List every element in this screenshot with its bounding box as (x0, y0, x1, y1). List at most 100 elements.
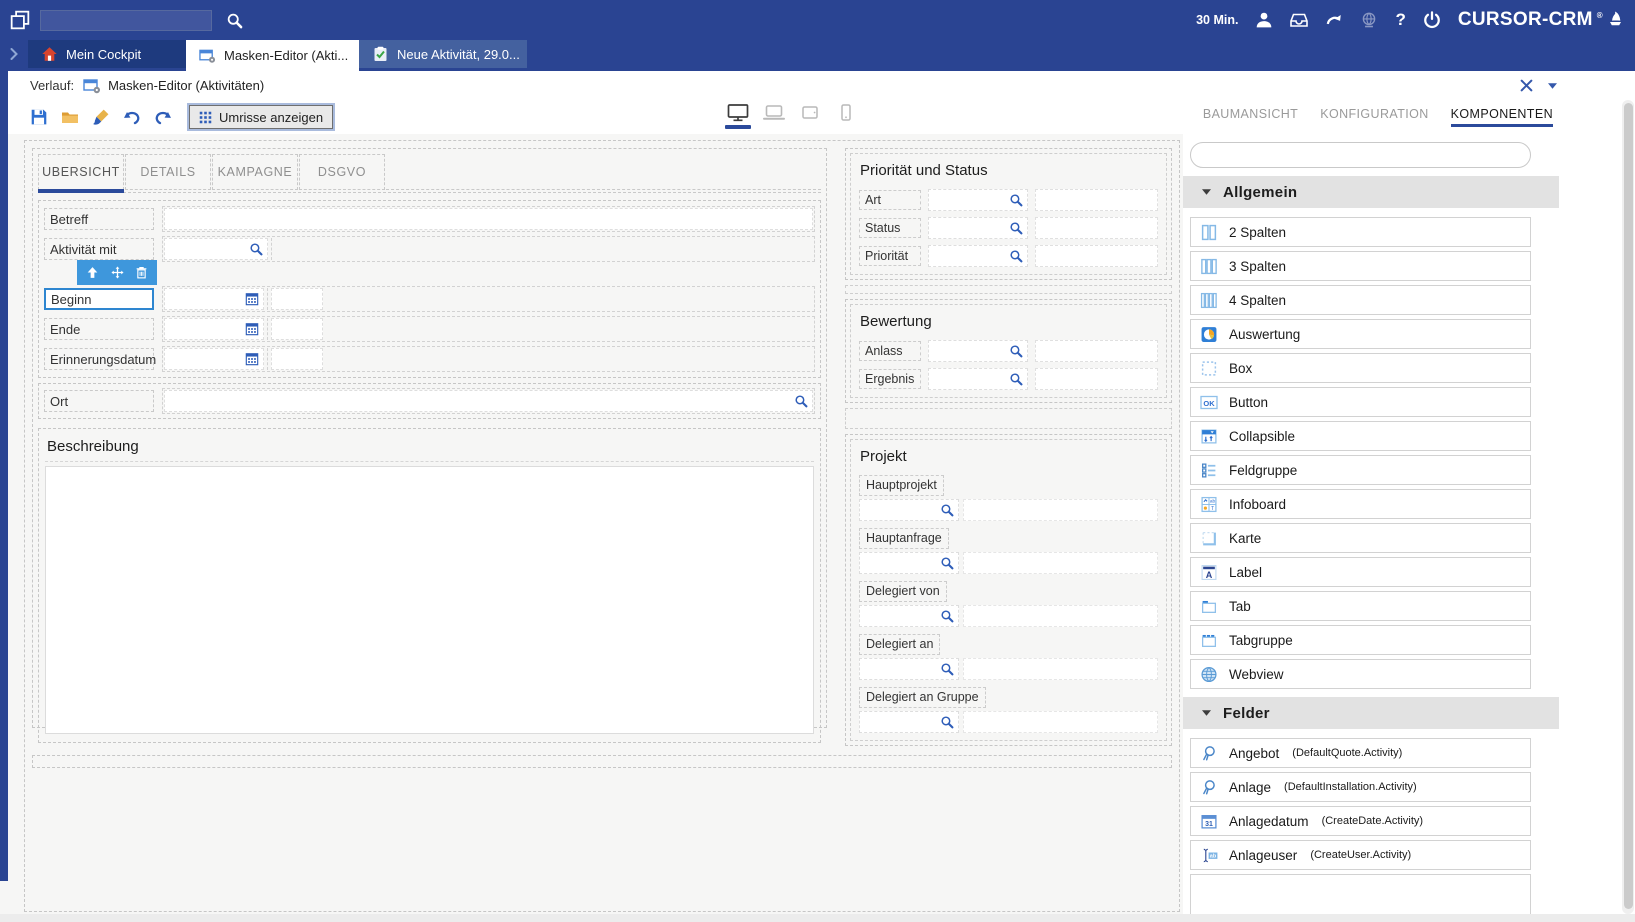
beginn-date-input[interactable] (164, 288, 264, 310)
hauptanfrage-lookup-input[interactable] (859, 552, 959, 574)
field-label-prioritaet[interactable]: Priorität (859, 246, 921, 266)
calendar-icon[interactable] (245, 322, 259, 336)
prioritaet-lookup-input[interactable] (928, 245, 1028, 267)
component-item-clipped[interactable] (1190, 874, 1531, 914)
refresh-icon[interactable] (1325, 11, 1343, 29)
field-label-erinnerungsdatum[interactable]: Erinnerungsdatum (44, 348, 154, 370)
search-icon[interactable] (1009, 344, 1023, 358)
beschreibung-section[interactable]: Beschreibung (38, 428, 821, 743)
component-tabgruppe[interactable]: Tabgruppe (1190, 625, 1531, 655)
search-icon[interactable] (249, 242, 263, 256)
vertical-scrollbar-thumb[interactable] (1624, 103, 1633, 909)
form-tab-dsgvo[interactable]: DSGVO (299, 154, 385, 190)
field-label-ort[interactable]: Ort (44, 390, 154, 412)
component-box[interactable]: Box (1190, 353, 1531, 383)
device-desktop-button[interactable] (725, 103, 751, 129)
redo-icon[interactable] (154, 108, 172, 126)
component-auswertung[interactable]: Auswertung (1190, 319, 1531, 349)
time-cell[interactable] (271, 318, 323, 340)
field-label-ende[interactable]: Ende (44, 318, 154, 340)
search-icon[interactable] (940, 662, 954, 676)
form-tab-kampagne[interactable]: KAMPAGNE (212, 154, 298, 190)
aktivitaet-mit-lookup-input[interactable] (164, 238, 268, 260)
field-component-anlage[interactable]: Anlage (DefaultInstallation.Activity) (1190, 772, 1531, 802)
tab-mein-cockpit[interactable]: Mein Cockpit (28, 40, 186, 68)
component-webview[interactable]: Webview (1190, 659, 1531, 689)
ergebnis-lookup-input[interactable] (928, 368, 1028, 390)
open-folder-icon[interactable] (61, 108, 79, 126)
device-laptop-button[interactable] (761, 103, 787, 122)
ende-date-input[interactable] (164, 318, 264, 340)
search-icon[interactable] (940, 556, 954, 570)
form-left-container[interactable]: UBERSICHT DETAILS KAMPAGNE DSGVO Betreff (32, 148, 827, 728)
close-editor-icon[interactable] (1520, 79, 1533, 92)
field-label-betreff[interactable]: Betreff (44, 208, 154, 230)
search-icon[interactable] (940, 503, 954, 517)
search-icon[interactable] (1009, 249, 1023, 263)
delegiert-von-lookup-input[interactable] (859, 605, 959, 627)
hauptprojekt-lookup-input[interactable] (859, 499, 959, 521)
undo-icon[interactable] (123, 108, 141, 126)
component-karte[interactable]: Karte (1190, 523, 1531, 553)
component-feldgruppe[interactable]: Feldgruppe (1190, 455, 1531, 485)
form-tab-details[interactable]: DETAILS (125, 154, 211, 190)
search-icon[interactable] (226, 12, 243, 29)
search-icon[interactable] (940, 609, 954, 623)
tab-overflow-chevron-icon[interactable] (0, 40, 28, 68)
status-lookup-input[interactable] (928, 217, 1028, 239)
beschreibung-textarea[interactable] (45, 466, 814, 734)
history-entry[interactable]: Masken-Editor (Aktivitäten) (83, 78, 264, 94)
search-icon[interactable] (940, 715, 954, 729)
betreff-input[interactable] (164, 208, 813, 230)
field-label-delegiert-an-gruppe[interactable]: Delegiert an Gruppe (859, 687, 986, 708)
tab-konfiguration[interactable]: KONFIGURATION (1320, 107, 1428, 127)
tab-masken-editor[interactable]: Masken-Editor (Akti... (186, 40, 359, 71)
field-label-art[interactable]: Art (859, 190, 921, 210)
search-icon[interactable] (1009, 372, 1023, 386)
field-label-delegiert-von[interactable]: Delegiert von (859, 581, 947, 602)
logout-power-icon[interactable] (1423, 11, 1441, 29)
erinnerungsdatum-date-input[interactable] (164, 348, 264, 370)
component-4-spalten[interactable]: 4 Spalten (1190, 285, 1531, 315)
inbox-tray-icon[interactable] (1290, 11, 1308, 29)
group-projekt[interactable]: Projekt Hauptprojekt Hauptanfrage (845, 434, 1172, 746)
delegiert-an-lookup-input[interactable] (859, 658, 959, 680)
brush-icon[interactable] (92, 108, 110, 126)
empty-layout-row[interactable] (32, 755, 1172, 768)
device-phone-button[interactable] (833, 103, 859, 122)
time-cell[interactable] (271, 288, 323, 310)
device-tablet-button[interactable] (797, 103, 823, 122)
globe-icon[interactable] (1360, 11, 1378, 29)
group-bewertung[interactable]: Bewertung Anlass Ergebnis (845, 299, 1172, 403)
field-component-anlageuser[interactable]: Anlageuser (CreateUser.Activity) (1190, 840, 1531, 870)
anlass-lookup-input[interactable] (928, 340, 1028, 362)
section-header-felder[interactable]: Felder (1183, 697, 1559, 729)
search-icon[interactable] (1009, 221, 1023, 235)
search-icon[interactable] (1009, 193, 1023, 207)
chevron-down-icon[interactable] (1548, 83, 1557, 89)
tab-neue-aktivitaet[interactable]: Neue Aktivität, 29.0... (359, 40, 527, 68)
component-2-spalten[interactable]: 2 Spalten (1190, 217, 1531, 247)
component-tab[interactable]: Tab (1190, 591, 1531, 621)
tab-komponenten[interactable]: KOMPONENTEN (1451, 107, 1553, 127)
delete-trash-icon[interactable] (135, 266, 148, 279)
field-label-hauptprojekt[interactable]: Hauptprojekt (859, 475, 944, 496)
save-icon[interactable] (30, 108, 48, 126)
move-icon[interactable] (111, 266, 124, 279)
component-button[interactable]: Button (1190, 387, 1531, 417)
field-label-delegiert-an[interactable]: Delegiert an (859, 634, 940, 655)
art-lookup-input[interactable] (928, 189, 1028, 211)
field-label-anlass[interactable]: Anlass (859, 341, 921, 361)
component-3-spalten[interactable]: 3 Spalten (1190, 251, 1531, 281)
horizontal-scrollbar[interactable] (0, 914, 1635, 922)
tab-baumansicht[interactable]: BAUMANSICHT (1203, 107, 1298, 127)
search-icon[interactable] (794, 394, 808, 408)
time-cell[interactable] (271, 348, 323, 370)
window-cascade-icon[interactable] (10, 10, 30, 30)
component-label[interactable]: Label (1190, 557, 1531, 587)
component-filter-input[interactable] (1190, 142, 1531, 168)
user-icon[interactable] (1255, 11, 1273, 29)
ort-lookup-input[interactable] (164, 390, 813, 412)
component-collapsible[interactable]: Collapsible (1190, 421, 1531, 451)
calendar-icon[interactable] (245, 292, 259, 306)
